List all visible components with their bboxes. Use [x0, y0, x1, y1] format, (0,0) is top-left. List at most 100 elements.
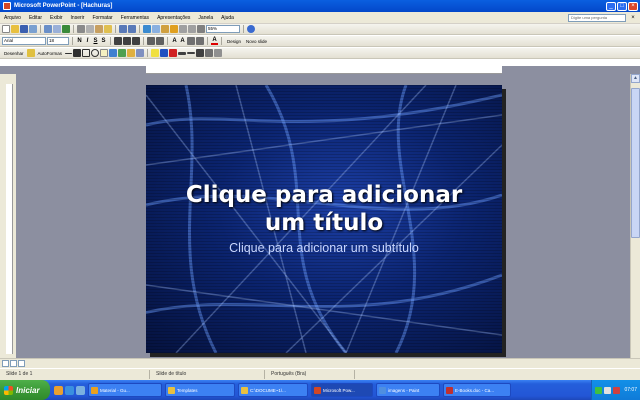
new-icon[interactable]	[2, 25, 10, 33]
undo-icon[interactable]	[119, 25, 127, 33]
underline-button[interactable]: S	[92, 38, 99, 44]
increase-indent-icon[interactable]	[196, 37, 204, 45]
autoshapes-menu-button[interactable]: AutoFormas	[36, 51, 65, 56]
shadow-style-icon[interactable]	[205, 49, 214, 57]
oval-icon[interactable]	[91, 49, 100, 57]
diagram-icon[interactable]	[118, 49, 127, 57]
clipart-icon[interactable]	[127, 49, 136, 57]
text-box-icon[interactable]	[100, 49, 109, 57]
insert-table-icon[interactable]	[152, 25, 160, 33]
minimize-button[interactable]: _	[606, 1, 616, 11]
fill-color-icon[interactable]	[151, 49, 160, 57]
slide-title-placeholder[interactable]: Clique para adicionar um título	[166, 181, 482, 237]
wordart-icon[interactable]	[109, 49, 118, 57]
menu-inserir[interactable]: Inserir	[67, 15, 89, 21]
tray-network-icon[interactable]	[595, 386, 603, 394]
italic-button[interactable]: I	[84, 38, 91, 44]
shadow-button[interactable]: S	[100, 38, 107, 44]
quicklaunch-browser-icon[interactable]	[65, 385, 74, 395]
vertical-scrollbar[interactable]: ▲	[630, 74, 640, 358]
task-button-1[interactable]: Material - Gu...	[88, 383, 162, 397]
open-icon[interactable]	[11, 25, 19, 33]
menu-janela[interactable]: Janela	[194, 15, 217, 21]
align-right-icon[interactable]	[132, 37, 140, 45]
task-button-5[interactable]: imagens - Paint	[376, 383, 440, 397]
draw-menu-button[interactable]: Desenhar	[2, 51, 26, 56]
powerpoint-app-icon[interactable]	[3, 2, 11, 10]
print-icon[interactable]	[44, 25, 52, 33]
bullets-icon[interactable]	[156, 37, 164, 45]
horizontal-ruler[interactable]	[146, 66, 502, 74]
line-color-icon[interactable]	[160, 49, 169, 57]
format-painter-icon[interactable]	[104, 25, 112, 33]
menu-apresentacoes[interactable]: Apresentações	[153, 15, 194, 21]
scroll-thumb[interactable]	[631, 88, 640, 238]
vertical-ruler[interactable]	[6, 84, 13, 354]
permission-icon[interactable]	[29, 25, 37, 33]
quicklaunch-folder-icon[interactable]	[54, 385, 63, 395]
maximize-button[interactable]: □	[617, 1, 627, 11]
spelling-icon[interactable]	[62, 25, 70, 33]
expand-all-icon[interactable]	[179, 25, 187, 33]
menu-exibir[interactable]: Exibir	[46, 15, 67, 21]
menu-editar[interactable]: Editar	[25, 15, 46, 21]
save-icon[interactable]	[20, 25, 28, 33]
grayscale-icon[interactable]	[197, 25, 205, 33]
tray-security-icon[interactable]	[613, 386, 621, 394]
picture-icon[interactable]	[136, 49, 145, 57]
menu-ajuda[interactable]: Ajuda	[217, 15, 238, 21]
insert-picture-icon[interactable]	[161, 25, 169, 33]
font-color-icon[interactable]	[169, 49, 178, 57]
close-button[interactable]: ×	[628, 1, 638, 11]
slide-canvas[interactable]: Clique para adicionar um título Clique p…	[146, 85, 502, 353]
decrease-font-button[interactable]: A	[179, 38, 186, 44]
bold-button[interactable]: N	[76, 38, 83, 44]
cut-icon[interactable]	[77, 25, 85, 33]
task-button-2[interactable]: Templates	[165, 383, 235, 397]
insert-wordart-icon[interactable]	[170, 25, 178, 33]
line-style-icon[interactable]	[178, 51, 187, 55]
print-preview-icon[interactable]	[53, 25, 61, 33]
3d-style-icon[interactable]	[214, 49, 223, 57]
normal-view-button[interactable]	[2, 360, 9, 367]
task-button-6[interactable]: E-Books.doc - Ca...	[443, 383, 511, 397]
line-icon[interactable]	[65, 52, 73, 54]
slide-subtitle-placeholder[interactable]: Clique para adicionar um subtítulo	[166, 241, 482, 255]
insert-chart-icon[interactable]	[143, 25, 151, 33]
decrease-indent-icon[interactable]	[187, 37, 195, 45]
rectangle-icon[interactable]	[82, 49, 91, 57]
document-close-icon[interactable]: ×	[629, 14, 637, 22]
help-search-input[interactable]: Digite uma pergunta	[568, 13, 626, 22]
arrow-icon[interactable]	[73, 49, 82, 57]
scroll-up-icon[interactable]: ▲	[631, 74, 640, 83]
paste-icon[interactable]	[95, 25, 103, 33]
task-button-4[interactable]: Microsoft Pow...	[311, 383, 373, 397]
menu-formatar[interactable]: Formatar	[88, 15, 116, 21]
font-family-select[interactable]: Arial	[2, 37, 46, 45]
font-size-select[interactable]: 18	[47, 37, 69, 45]
zoom-select[interactable]: 55%	[206, 25, 240, 33]
menu-ferramentas[interactable]: Ferramentas	[117, 15, 153, 21]
align-center-icon[interactable]	[123, 37, 131, 45]
align-left-icon[interactable]	[114, 37, 122, 45]
menu-arquivo[interactable]: Arquivo	[0, 15, 25, 21]
font-color-button[interactable]: A	[211, 37, 218, 45]
start-button[interactable]: Iniciar	[0, 380, 50, 400]
redo-icon[interactable]	[128, 25, 136, 33]
help-icon[interactable]	[247, 25, 255, 33]
tray-volume-icon[interactable]	[604, 386, 612, 394]
arrow-style-icon[interactable]	[196, 49, 205, 57]
design-button[interactable]: Design	[225, 39, 243, 44]
quicklaunch-desktop-icon[interactable]	[76, 385, 85, 395]
copy-icon[interactable]	[86, 25, 94, 33]
tray-clock[interactable]: 07:07	[624, 387, 637, 393]
new-slide-button[interactable]: Novo slide	[244, 39, 269, 44]
numbering-icon[interactable]	[147, 37, 155, 45]
show-formatting-icon[interactable]	[188, 25, 196, 33]
increase-font-button[interactable]: A	[171, 38, 178, 44]
slide-sorter-view-button[interactable]	[10, 360, 17, 367]
dash-style-icon[interactable]	[187, 52, 196, 54]
select-pointer-icon[interactable]	[26, 49, 35, 57]
task-button-3[interactable]: C:\DOCUME~1\...	[238, 383, 308, 397]
slide-show-button[interactable]	[18, 360, 25, 367]
